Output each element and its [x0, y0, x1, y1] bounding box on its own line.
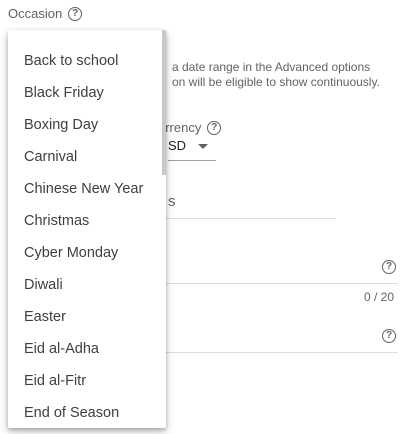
- occasion-dropdown-menu[interactable]: Back to school Black Friday Boxing Day C…: [8, 30, 166, 428]
- currency-label: urrency ?: [158, 120, 222, 135]
- character-counter: 0 / 20: [364, 290, 395, 304]
- hint-line-1: a date range in the Advanced options: [172, 60, 371, 74]
- option-cyber-monday[interactable]: Cyber Monday: [8, 237, 166, 269]
- field-underline: [166, 352, 398, 353]
- option-eid-al-adha[interactable]: Eid al-Adha: [8, 333, 166, 365]
- option-back-to-school[interactable]: Back to school: [8, 45, 166, 77]
- option-easter[interactable]: Easter: [8, 301, 166, 333]
- option-end-of-season[interactable]: End of Season: [8, 397, 166, 428]
- option-christmas[interactable]: Christmas: [8, 205, 166, 237]
- occasion-options-list: Back to school Black Friday Boxing Day C…: [8, 45, 166, 428]
- option-carnival[interactable]: Carnival: [8, 141, 166, 173]
- currency-value: SD: [168, 138, 187, 153]
- occasion-label: Occasion ?: [8, 6, 83, 21]
- help-icon-glyph: ?: [382, 329, 396, 343]
- option-black-friday[interactable]: Black Friday: [8, 77, 166, 109]
- option-diwali[interactable]: Diwali: [8, 269, 166, 301]
- dropdown-arrow-icon: [198, 144, 208, 149]
- help-icon[interactable]: ?: [382, 256, 396, 274]
- field-underline: [166, 283, 398, 284]
- help-icon[interactable]: ?: [68, 6, 83, 21]
- help-icon[interactable]: ?: [207, 120, 222, 135]
- date-range-hint: a date range in the Advanced options on …: [172, 60, 380, 90]
- option-chinese-new-year[interactable]: Chinese New Year: [8, 173, 166, 205]
- dropdown-scrollbar[interactable]: [162, 30, 166, 175]
- occasion-label-text: Occasion: [8, 6, 63, 21]
- promotion-field-text: s: [168, 193, 176, 210]
- field-underline: [166, 218, 336, 219]
- help-icon-glyph: ?: [382, 260, 396, 274]
- currency-select[interactable]: SD: [168, 136, 216, 161]
- hint-line-2: on will be eligible to show continuously…: [172, 75, 380, 89]
- help-icon[interactable]: ?: [382, 325, 396, 343]
- option-eid-al-fitr[interactable]: Eid al-Fitr: [8, 365, 166, 397]
- option-boxing-day[interactable]: Boxing Day: [8, 109, 166, 141]
